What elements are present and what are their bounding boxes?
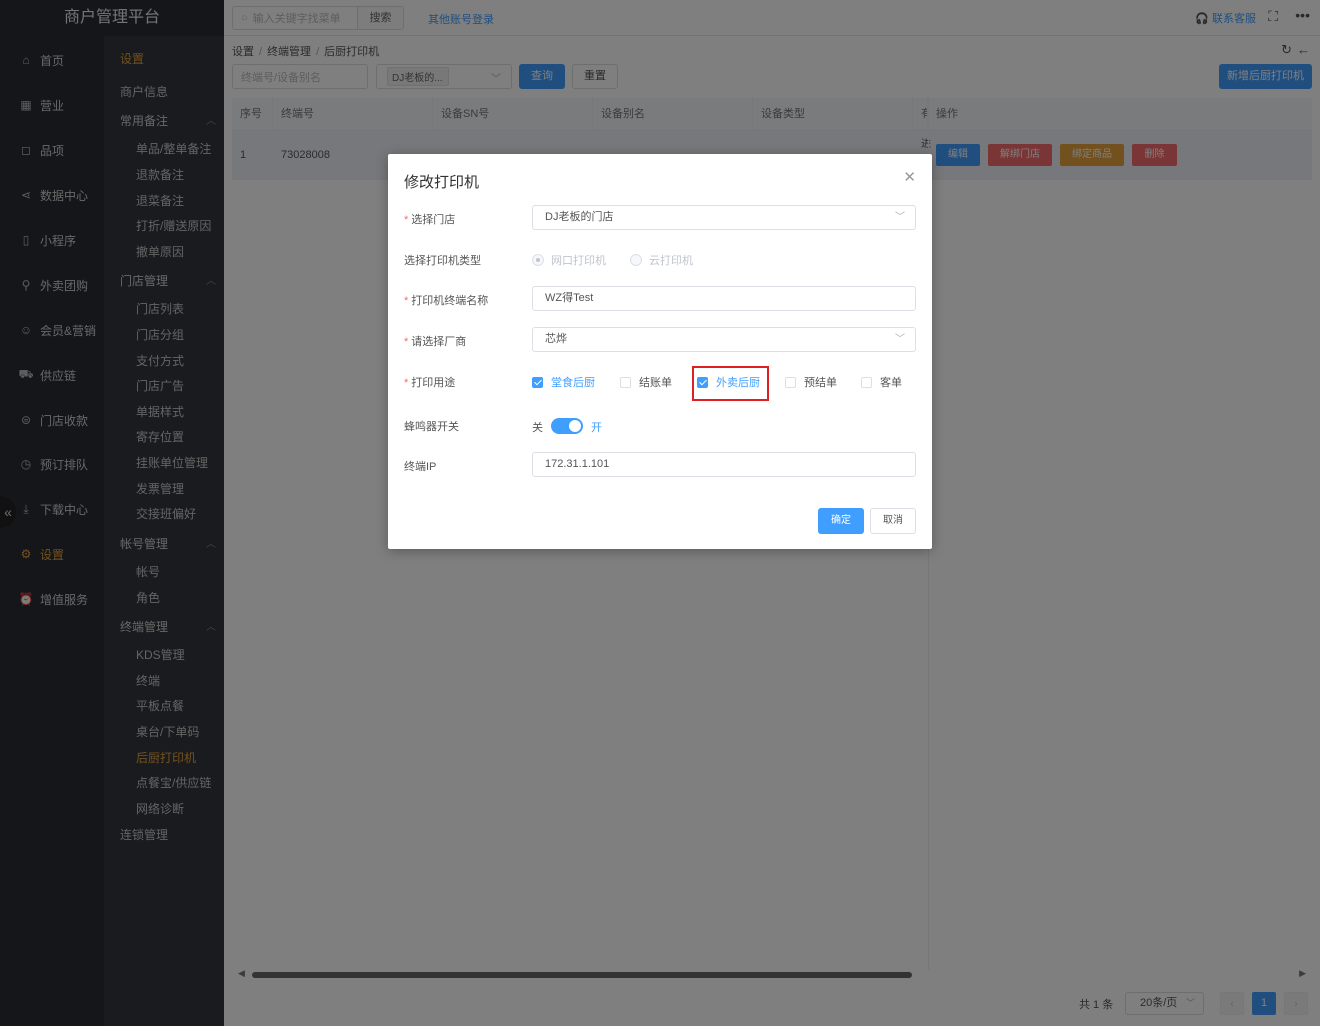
checkbox-pre-settlement[interactable]: 预结单 (785, 374, 837, 390)
radio-cloud-printer[interactable]: 云打印机 (630, 252, 693, 268)
chevron-down-icon: ﹀ (895, 334, 905, 345)
dialog-title: 修改打印机 (404, 174, 480, 191)
printer-type-label: 选择打印机类型 (404, 255, 481, 267)
terminal-name-label: * 打印机终端名称 (404, 295, 489, 307)
radio-network-printer[interactable]: 网口打印机 (532, 252, 606, 268)
checkbox-box (861, 376, 872, 388)
chevron-down-icon: ﹀ (895, 212, 905, 223)
close-icon[interactable]: ✕ (903, 168, 916, 186)
store-select[interactable]: DJ老板的门店 ﹀ (532, 205, 916, 230)
cancel-button[interactable]: 取消 (870, 508, 916, 534)
radio-dot (630, 254, 642, 266)
vendor-label: * 请选择厂商 (404, 336, 467, 348)
buzzer-on-label: 开 (591, 422, 602, 434)
buzzer-off-label: 关 (532, 422, 543, 434)
checkbox-dine-in-kitchen[interactable]: 堂食后厨 (532, 374, 595, 390)
terminal-ip-input[interactable]: 172.31.1.101 (532, 452, 916, 477)
checkbox-checkout-bill[interactable]: 结账单 (620, 374, 672, 390)
vendor-select[interactable]: 芯烨 ﹀ (532, 327, 916, 352)
checkbox-customer-receipt[interactable]: 客单 (861, 374, 902, 390)
terminal-name-input[interactable]: WZ得Test (532, 286, 916, 311)
radio-dot (532, 254, 544, 266)
buzzer-switch[interactable] (551, 418, 583, 434)
buzzer-label: 蜂鸣器开关 (404, 421, 459, 433)
checkbox-box (620, 376, 631, 388)
ip-label: 终端IP (404, 461, 437, 473)
store-label: * 选择门店 (404, 214, 456, 226)
usage-label: * 打印用途 (404, 377, 456, 389)
highlight-box (692, 366, 769, 401)
checkbox-box (785, 376, 796, 388)
confirm-button[interactable]: 确定 (818, 508, 864, 534)
checkbox-box (532, 376, 543, 388)
edit-printer-dialog: 修改打印机 ✕ * 选择门店 DJ老板的门店 ﹀ 选择打印机类型 网口打印机 云打印… (388, 154, 932, 549)
